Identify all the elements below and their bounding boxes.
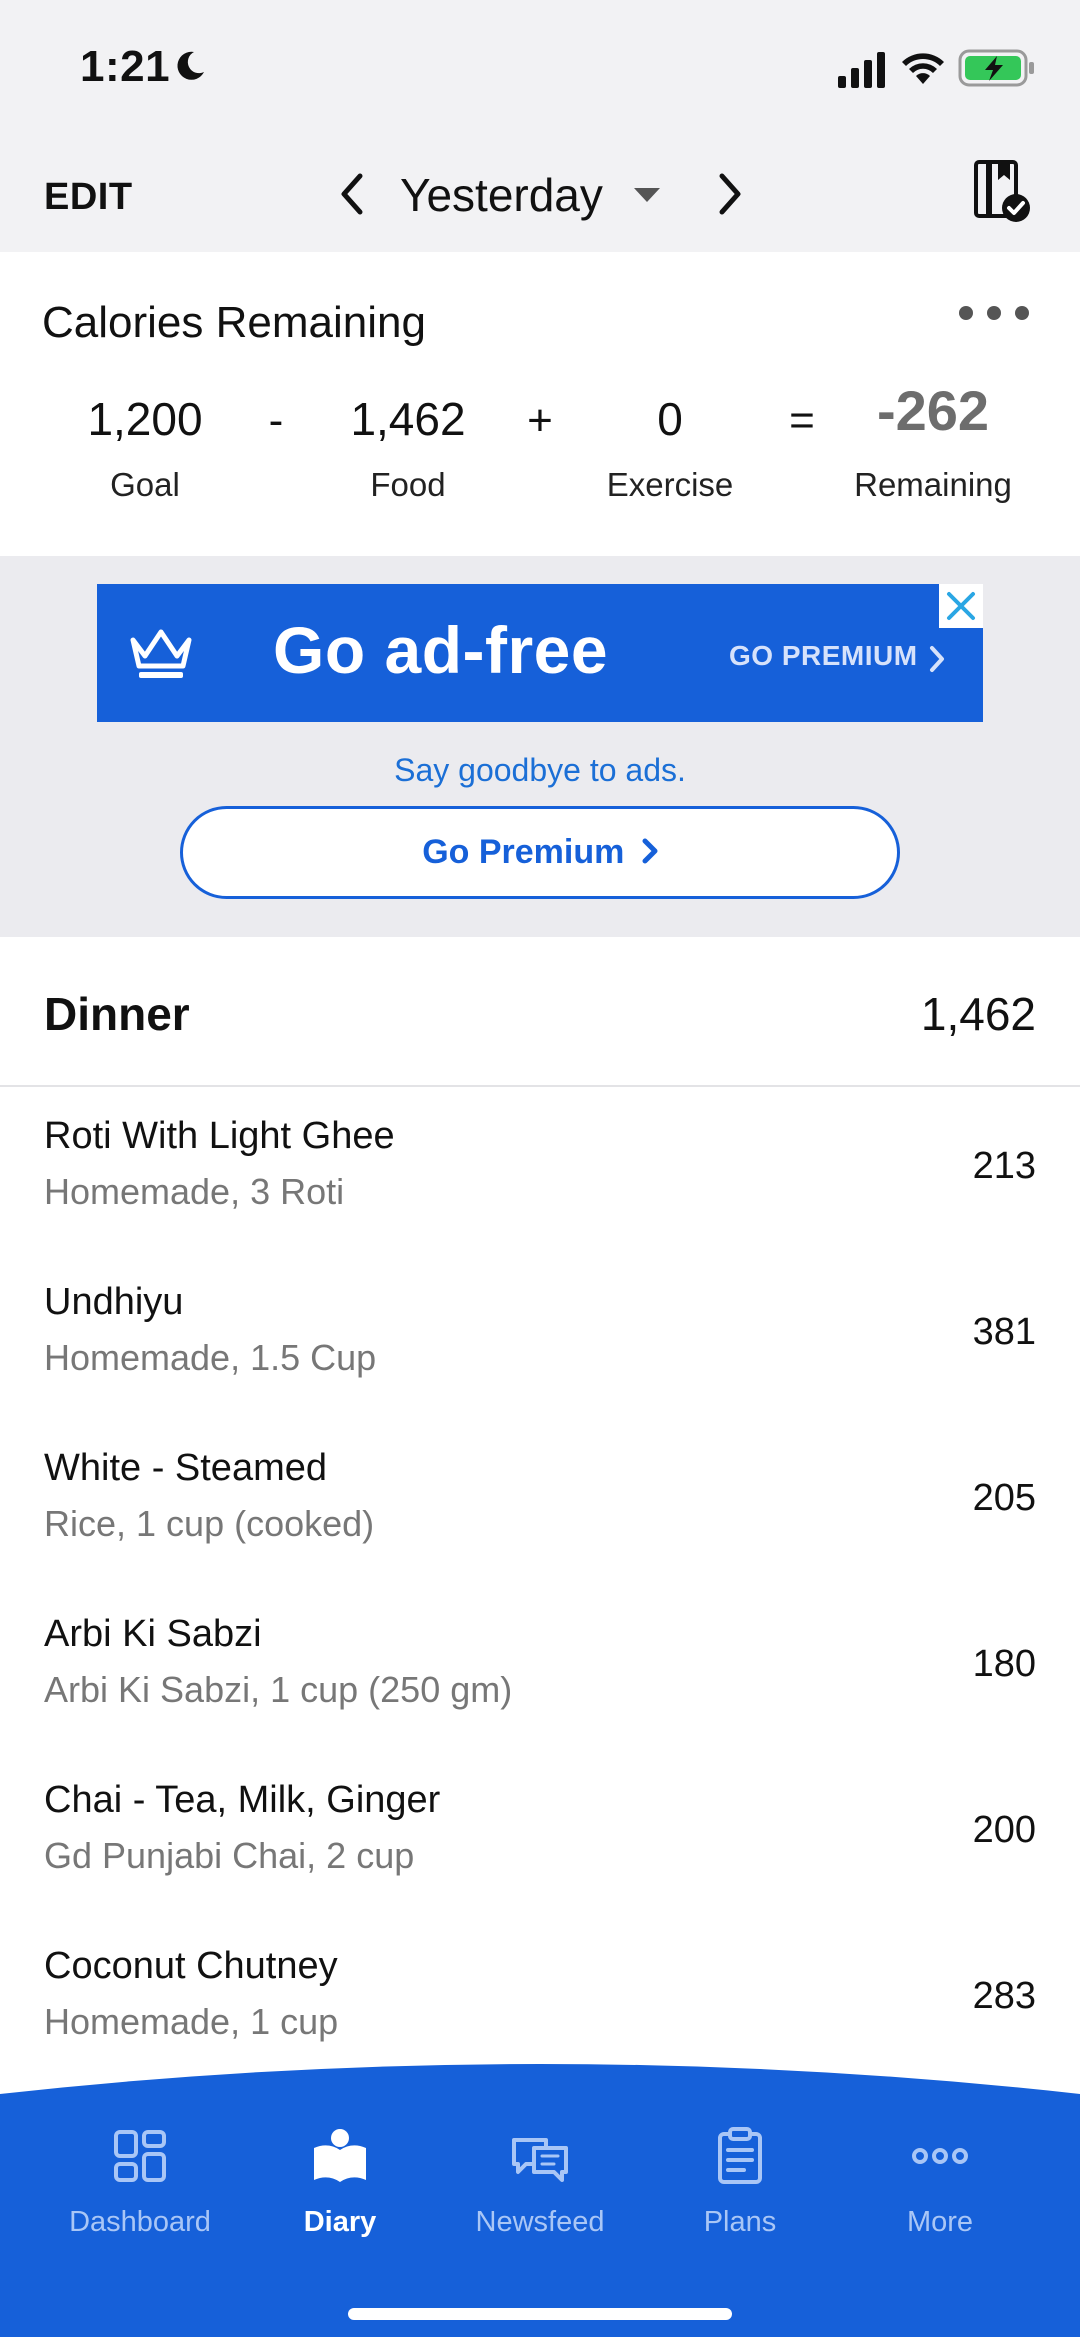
food-detail: Homemade, 3 Roti [44, 1171, 345, 1212]
caret-down-icon[interactable] [632, 186, 662, 204]
food-calories: 283 [972, 1975, 1036, 2017]
more-icon [912, 2148, 968, 2164]
food-detail: Homemade, 1 cup [44, 2001, 339, 2042]
food-entry[interactable]: White - Steamed Rice, 1 cup (cooked) 205 [0, 1419, 1080, 1585]
food-calories: 1,462 Food [308, 392, 508, 504]
remaining-value: -262 [876, 379, 990, 442]
remaining-calories: -262 Remaining [833, 379, 1033, 504]
tab-diary[interactable]: Diary [240, 2126, 440, 2239]
chevron-left-icon[interactable] [334, 168, 370, 220]
food-label: Food [370, 466, 446, 503]
status-time: 1:21 [80, 42, 171, 91]
goal-calories: 1,200 Goal [45, 392, 245, 504]
diary-screen: 1:21 EDIT Yesterday Calories Remaining 1… [0, 0, 1080, 2337]
food-entry[interactable]: Chai - Tea, Milk, Ginger Gd Punjabi Chai… [0, 1751, 1080, 1917]
food-entry[interactable]: Arbi Ki Sabzi Arbi Ki Sabzi, 1 cup (250 … [0, 1585, 1080, 1751]
edit-button[interactable]: EDIT [44, 176, 133, 219]
tab-label: Newsfeed [475, 2206, 605, 2238]
diary-header: EDIT Yesterday [0, 130, 1080, 252]
go-premium-button[interactable]: Go Premium [180, 806, 900, 899]
food-detail: Homemade, 1.5 Cup [44, 1337, 377, 1378]
calories-remaining-title: Calories Remaining [42, 298, 426, 347]
ad-chevron-right-icon [930, 646, 944, 672]
exercise-label: Exercise [606, 466, 734, 503]
battery-charging-icon [958, 49, 1034, 87]
tab-dashboard[interactable]: Dashboard [40, 2126, 240, 2239]
food-name: Undhiyu [44, 1281, 184, 1323]
ad-headline: Go ad-free [273, 613, 609, 687]
tab-label: Diary [303, 2206, 377, 2238]
food-list: Roti With Light Ghee Homemade, 3 Roti 21… [0, 1087, 1080, 2083]
tab-label: Dashboard [69, 2206, 211, 2238]
food-detail: Gd Punjabi Chai, 2 cup [44, 1835, 415, 1876]
tab-label: Plans [703, 2206, 777, 2238]
tab-plans[interactable]: Plans [640, 2126, 840, 2239]
cellular-signal-icon [838, 52, 885, 88]
food-calories: 200 [972, 1809, 1036, 1851]
equals-operator: = [789, 396, 815, 445]
remaining-label: Remaining [854, 466, 1012, 503]
food-calories: 381 [972, 1311, 1036, 1353]
plans-icon [718, 2127, 762, 2184]
food-entry[interactable]: Coconut Chutney Homemade, 1 cup 283 [0, 1917, 1080, 2083]
food-entry[interactable]: Roti With Light Ghee Homemade, 3 Roti 21… [0, 1087, 1080, 1253]
crown-icon [130, 629, 192, 678]
home-indicator [348, 2308, 732, 2320]
meal-header-dinner[interactable]: Dinner 1,462 [0, 937, 1080, 1087]
ad-banner[interactable]: Go ad-free GO PREMIUM [97, 584, 983, 722]
wifi-icon [902, 53, 944, 84]
ad-close-icon[interactable] [939, 584, 983, 628]
food-name: Coconut Chutney [44, 1945, 338, 1987]
food-detail: Arbi Ki Sabzi, 1 cup (250 gm) [44, 1669, 513, 1710]
food-detail: Rice, 1 cup (cooked) [44, 1503, 375, 1544]
newsfeed-icon [512, 2138, 568, 2182]
food-name: White - Steamed [44, 1447, 327, 1489]
meal-total-calories: 1,462 [920, 988, 1036, 1040]
food-name: Arbi Ki Sabzi [44, 1613, 262, 1655]
food-name: Roti With Light Ghee [44, 1115, 395, 1157]
food-entry[interactable]: Undhiyu Homemade, 1.5 Cup 381 [0, 1253, 1080, 1419]
diary-icon [314, 2129, 366, 2182]
dashboard-icon [114, 2130, 166, 2182]
goal-value: 1,200 [87, 393, 203, 445]
chevron-right-icon[interactable] [712, 168, 748, 220]
ad-tagline: Say goodbye to ads. [394, 752, 686, 788]
exercise-value: 0 [657, 393, 683, 445]
ad-area: Go ad-free GO PREMIUM Say goodbye to ads… [0, 556, 1080, 937]
food-calories: 213 [972, 1145, 1036, 1187]
complete-diary-icon[interactable] [972, 158, 1032, 224]
date-selector[interactable]: Yesterday [400, 168, 603, 222]
tab-newsfeed[interactable]: Newsfeed [440, 2126, 640, 2239]
food-calories: 180 [972, 1643, 1036, 1685]
exercise-calories: 0 Exercise [570, 392, 770, 504]
moon-icon [177, 51, 204, 80]
ad-cta-label: GO PREMIUM [729, 640, 918, 671]
go-premium-label: Go Premium [422, 833, 625, 871]
minus-operator: - [268, 396, 284, 445]
food-value: 1,462 [350, 393, 466, 445]
status-bar: 1:21 [0, 0, 1080, 130]
meal-title: Dinner [44, 988, 190, 1040]
more-options-icon[interactable] [956, 302, 1032, 324]
food-calories: 205 [972, 1477, 1036, 1519]
bottom-tab-bar: Dashboard Diary Newsfeed Plans More [0, 2062, 1080, 2337]
goal-label: Goal [110, 466, 180, 503]
food-name: Chai - Tea, Milk, Ginger [44, 1779, 441, 1821]
tab-more[interactable]: More [840, 2126, 1040, 2239]
calories-remaining-card: Calories Remaining 1,200 Goal - 1,462 Fo… [0, 252, 1080, 556]
premium-chevron-right-icon [642, 838, 658, 864]
tab-label: More [906, 2206, 974, 2238]
plus-operator: + [527, 396, 553, 445]
